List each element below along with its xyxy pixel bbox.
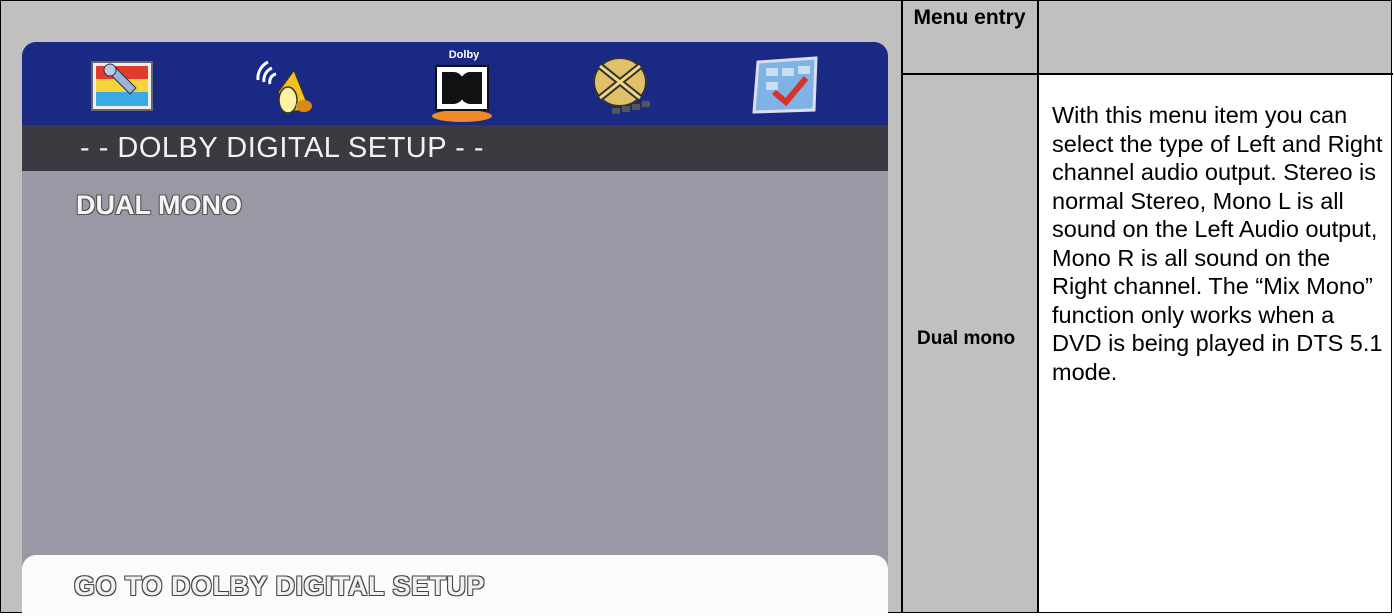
osd-section-title-text: - - DOLBY DIGITAL SETUP - - xyxy=(80,132,484,164)
osd-footer-text: GO TO DOLBY DIGITAL SETUP xyxy=(74,571,486,601)
osd-section-title: - - DOLBY DIGITAL SETUP - - xyxy=(22,125,888,171)
menu-entry-description: With this menu item you can select the t… xyxy=(1052,102,1383,385)
osd-footer: GO TO DOLBY DIGITAL SETUP xyxy=(22,555,888,616)
svg-text:Dolby: Dolby xyxy=(449,49,480,61)
general-setup-icon[interactable] xyxy=(86,48,160,118)
osd-icon-bar: Dolby xyxy=(22,42,888,125)
preference-setup-icon[interactable] xyxy=(744,48,824,118)
audio-setup-icon[interactable] xyxy=(248,48,322,118)
osd-menu-item-dual-mono[interactable]: DUAL MONO xyxy=(76,190,242,221)
dolby-digital-icon[interactable]: Dolby xyxy=(420,48,502,122)
header-cell-description xyxy=(1039,1,1391,73)
menu-entry-name: Dual mono xyxy=(917,328,1016,349)
video-setup-icon[interactable] xyxy=(582,48,662,118)
menu-entry-header: Menu entry xyxy=(913,6,1026,29)
dvd-osd-screenshot: Dolby - - DOLBY DIGITAL SETUP - - DUAL M… xyxy=(22,42,888,616)
